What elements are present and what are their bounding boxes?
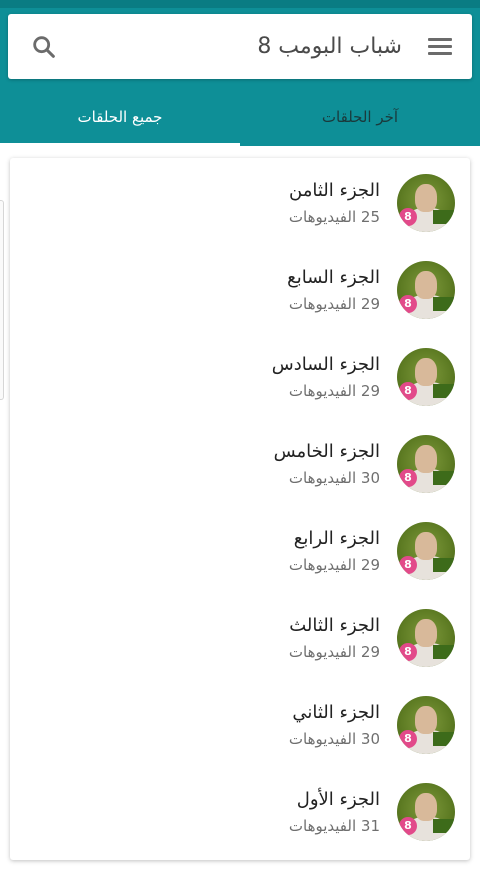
- list-item-video-count: 29 الفيديوهات: [288, 295, 380, 313]
- list-item[interactable]: 8 الجزء الخامس 30 الفيديوهات: [10, 419, 470, 506]
- side-drawer-edge[interactable]: [0, 200, 4, 400]
- list-item-title: الجزء الثالث: [289, 615, 380, 636]
- playlist-thumbnail: 8: [397, 435, 455, 493]
- season-badge: 8: [399, 208, 417, 226]
- list-item-video-count: 30 الفيديوهات: [288, 730, 380, 748]
- tab-bar: جميع الحلقات آخر الحلقات: [0, 88, 480, 146]
- playlist-thumbnail: 8: [397, 696, 455, 754]
- list-item[interactable]: 8 الجزء الثامن 25 الفيديوهات: [10, 158, 470, 245]
- tab-all-episodes[interactable]: جميع الحلقات: [0, 88, 240, 146]
- playlist-thumbnail: 8: [397, 174, 455, 232]
- episodes-list: 8 الجزء الثامن 25 الفيديوهات 8 الجزء الس…: [10, 158, 470, 860]
- search-query-text[interactable]: شباب البومب 8: [257, 14, 402, 79]
- tab-latest-episodes[interactable]: آخر الحلقات: [240, 88, 480, 146]
- app-header: شباب البومب 8 جميع الحلقات آخر الحلقات: [0, 0, 480, 146]
- season-badge: 8: [399, 556, 417, 574]
- list-item[interactable]: 8 الجزء السادس 29 الفيديوهات: [10, 332, 470, 419]
- tab-latest-episodes-label: آخر الحلقات: [321, 108, 399, 126]
- list-item[interactable]: 8 الجزء السابع 29 الفيديوهات: [10, 245, 470, 332]
- list-item[interactable]: 8 الجزء الثاني 30 الفيديوهات: [10, 680, 470, 767]
- list-item-title: الجزء الثامن: [289, 180, 380, 201]
- list-item-title: الجزء السابع: [287, 267, 380, 288]
- playlist-thumbnail: 8: [397, 261, 455, 319]
- list-item-video-count: 25 الفيديوهات: [288, 208, 380, 226]
- season-badge: 8: [399, 730, 417, 748]
- list-item-title: الجزء السادس: [271, 354, 380, 375]
- playlist-thumbnail: 8: [397, 348, 455, 406]
- list-item-title: الجزء الثاني: [292, 702, 380, 723]
- list-item[interactable]: 8 الجزء الأول 31 الفيديوهات: [10, 767, 470, 854]
- search-bar[interactable]: شباب البومب 8: [8, 14, 472, 79]
- season-badge: 8: [399, 469, 417, 487]
- list-item-title: الجزء الرابع: [293, 528, 380, 549]
- list-item-video-count: 29 الفيديوهات: [288, 556, 380, 574]
- list-item-video-count: 29 الفيديوهات: [288, 382, 380, 400]
- list-item-video-count: 29 الفيديوهات: [288, 643, 380, 661]
- tab-all-episodes-label: جميع الحلقات: [77, 108, 163, 126]
- active-tab-indicator: [0, 143, 240, 146]
- season-badge: 8: [399, 817, 417, 835]
- list-item[interactable]: 8 الجزء الرابع 29 الفيديوهات: [10, 506, 470, 593]
- status-bar-strip: [0, 0, 480, 8]
- season-badge: 8: [399, 643, 417, 661]
- season-badge: 8: [399, 295, 417, 313]
- search-icon[interactable]: [30, 33, 58, 61]
- list-item[interactable]: 8 الجزء الثالث 29 الفيديوهات: [10, 593, 470, 680]
- hamburger-menu-icon[interactable]: [428, 36, 452, 58]
- playlist-thumbnail: 8: [397, 783, 455, 841]
- list-item-video-count: 31 الفيديوهات: [288, 817, 380, 835]
- list-item-title: الجزء الخامس: [273, 441, 380, 462]
- list-item-title: الجزء الأول: [296, 789, 380, 810]
- list-item-video-count: 30 الفيديوهات: [288, 469, 380, 487]
- season-badge: 8: [399, 382, 417, 400]
- playlist-thumbnail: 8: [397, 609, 455, 667]
- playlist-thumbnail: 8: [397, 522, 455, 580]
